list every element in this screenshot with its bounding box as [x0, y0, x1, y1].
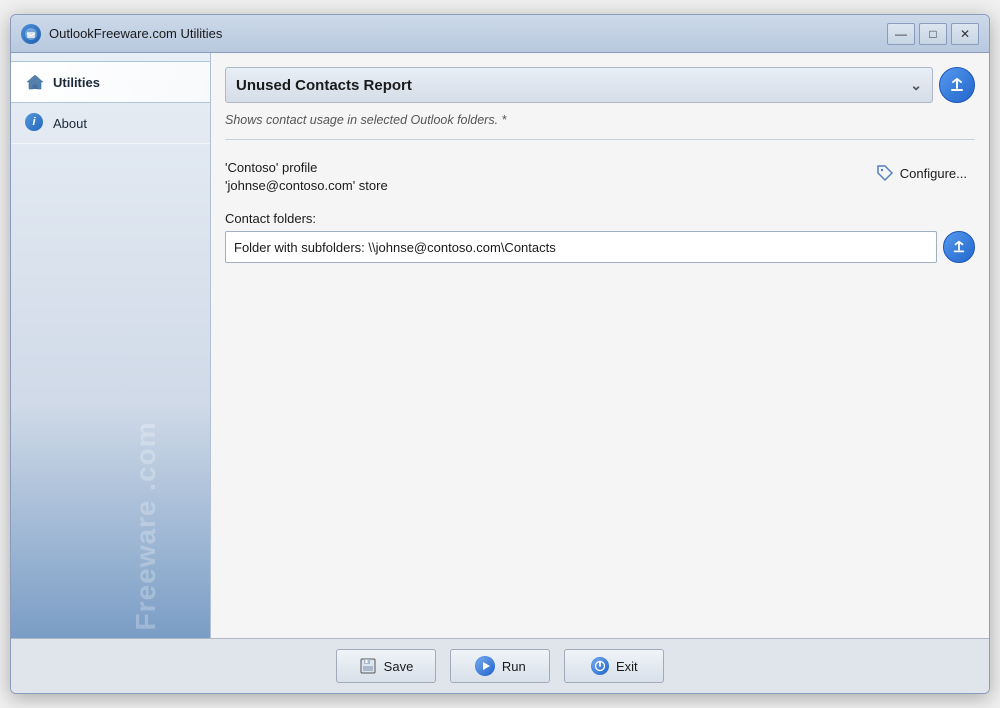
configure-button[interactable]: Configure... — [868, 160, 975, 186]
app-icon — [21, 24, 41, 44]
window-title: OutlookFreeware.com Utilities — [49, 26, 887, 41]
sidebar-nav: Utilities i About — [11, 53, 210, 152]
power-icon — [591, 657, 609, 675]
info-icon: i — [25, 113, 45, 133]
sidebar-watermark: Outlook Freeware .com — [130, 452, 162, 638]
profile-info: 'Contoso' profile 'johnse@contoso.com' s… — [225, 160, 388, 193]
run-label: Run — [502, 659, 526, 674]
contact-folders-section: Contact folders: — [225, 211, 975, 263]
report-header: Unused Contacts Report ⌄ — [225, 67, 975, 103]
folder-input[interactable] — [225, 231, 937, 263]
report-dropdown[interactable]: Unused Contacts Report ⌄ — [225, 67, 933, 103]
divider — [225, 139, 975, 140]
sidebar-item-utilities[interactable]: Utilities — [11, 61, 210, 103]
profile-line1: 'Contoso' profile — [225, 160, 388, 175]
home-icon — [25, 72, 45, 92]
profile-line2: 'johnse@contoso.com' store — [225, 178, 388, 193]
sidebar-item-about[interactable]: i About — [11, 103, 210, 144]
upload-button[interactable] — [939, 67, 975, 103]
sidebar: Utilities i About Outlook Freeware .com — [11, 53, 211, 638]
exit-label: Exit — [616, 659, 638, 674]
report-title: Unused Contacts Report — [236, 77, 412, 94]
play-icon — [475, 656, 495, 676]
save-button[interactable]: Save — [336, 649, 437, 683]
right-panel: Unused Contacts Report ⌄ Shows contact u… — [211, 53, 989, 638]
folder-input-row — [225, 231, 975, 263]
utilities-label: Utilities — [53, 75, 100, 90]
title-bar: OutlookFreeware.com Utilities — □ ✕ — [11, 15, 989, 53]
main-window: OutlookFreeware.com Utilities — □ ✕ Uti — [10, 14, 990, 694]
maximize-button[interactable]: □ — [919, 23, 947, 45]
contact-folders-label: Contact folders: — [225, 211, 975, 226]
window-controls: — □ ✕ — [887, 23, 979, 45]
tag-icon — [876, 164, 894, 182]
save-label: Save — [384, 659, 414, 674]
chevron-down-icon: ⌄ — [910, 77, 922, 94]
profile-section: 'Contoso' profile 'johnse@contoso.com' s… — [225, 152, 975, 201]
run-button[interactable]: Run — [450, 649, 550, 683]
report-description: Shows contact usage in selected Outlook … — [225, 113, 975, 127]
about-label: About — [53, 116, 87, 131]
minimize-button[interactable]: — — [887, 23, 915, 45]
save-icon — [359, 657, 377, 675]
bottom-toolbar: Save Run — [11, 638, 989, 693]
configure-label: Configure... — [900, 166, 967, 181]
folder-upload-button[interactable] — [943, 231, 975, 263]
close-button[interactable]: ✕ — [951, 23, 979, 45]
exit-button[interactable]: Exit — [564, 649, 664, 683]
main-content: Utilities i About Outlook Freeware .com … — [11, 53, 989, 638]
